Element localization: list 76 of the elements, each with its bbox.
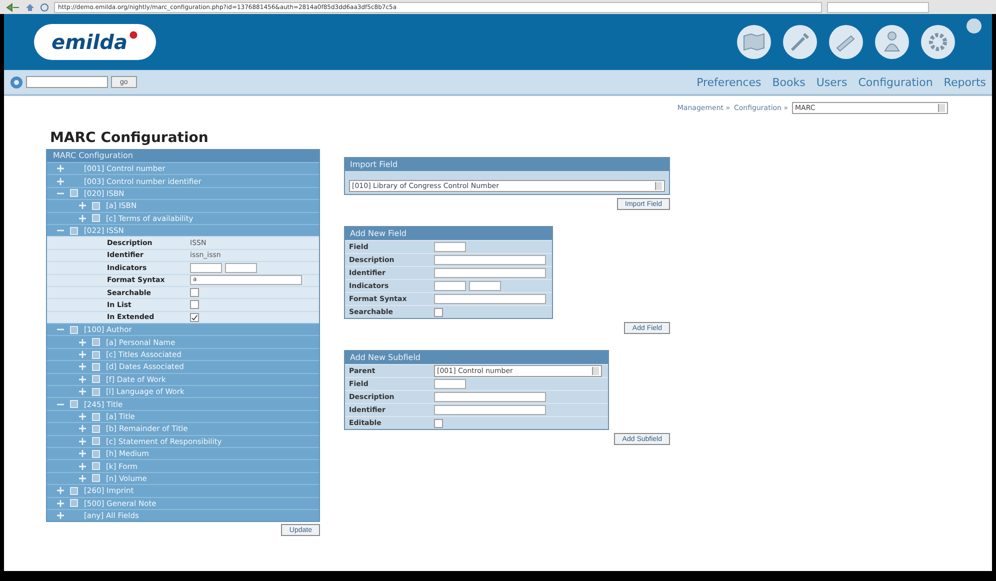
field-box-icon[interactable] xyxy=(70,486,78,495)
nav-link[interactable]: Configuration xyxy=(858,76,933,88)
toggle-icon[interactable] xyxy=(57,500,64,507)
browser-search-field[interactable] xyxy=(827,2,929,12)
form-header: Add New Field xyxy=(345,227,552,240)
toggle-icon[interactable] xyxy=(79,438,86,445)
field-box-icon[interactable] xyxy=(92,214,100,222)
toggle-icon[interactable] xyxy=(79,214,86,222)
field-box-icon[interactable] xyxy=(70,400,78,408)
gear-icon[interactable] xyxy=(920,24,956,60)
tools-icon[interactable] xyxy=(782,24,818,60)
toggle-icon[interactable] xyxy=(79,462,86,470)
input-field[interactable] xyxy=(434,242,466,252)
form-header: Import Field xyxy=(345,158,669,171)
field-box-icon[interactable] xyxy=(70,326,78,334)
checkbox[interactable] xyxy=(190,312,199,322)
toggle-icon[interactable] xyxy=(79,363,86,370)
nav-link[interactable]: Users xyxy=(816,76,848,88)
toggle-icon[interactable] xyxy=(57,512,64,520)
field-box-icon[interactable] xyxy=(70,189,78,198)
map-icon[interactable] xyxy=(736,24,772,60)
toggle-icon[interactable] xyxy=(57,165,64,172)
toggle-icon[interactable] xyxy=(57,487,64,494)
form-header: Add New Subfield xyxy=(345,351,608,364)
user-icon[interactable] xyxy=(874,24,910,60)
help-icon[interactable] xyxy=(10,76,23,88)
field-box-icon[interactable] xyxy=(70,226,78,235)
pencil-icon[interactable] xyxy=(828,24,864,60)
toggle-icon[interactable] xyxy=(79,376,86,383)
dot-icon[interactable] xyxy=(966,18,982,34)
checkbox[interactable] xyxy=(190,288,199,298)
toggle-icon[interactable] xyxy=(79,388,86,396)
home-icon[interactable] xyxy=(25,2,35,12)
checkbox[interactable] xyxy=(434,308,443,316)
field-box-icon[interactable] xyxy=(92,450,100,458)
field-box-icon[interactable] xyxy=(92,362,100,371)
toggle-icon[interactable] xyxy=(79,413,86,420)
back-icon[interactable] xyxy=(6,2,20,12)
input-field[interactable] xyxy=(469,281,501,291)
toggle-icon[interactable] xyxy=(79,425,86,432)
field-box-icon[interactable] xyxy=(92,424,100,433)
field-box-icon[interactable] xyxy=(92,474,100,482)
toggle-icon[interactable] xyxy=(79,202,86,210)
input-field[interactable] xyxy=(434,379,466,389)
input-field[interactable] xyxy=(225,262,257,273)
reload-icon[interactable] xyxy=(40,2,49,12)
field-box-icon[interactable] xyxy=(92,412,100,420)
field-box-icon[interactable] xyxy=(92,375,100,384)
checkbox[interactable] xyxy=(190,300,199,310)
tree-header: MARC Configuration xyxy=(47,150,319,162)
nav-link[interactable]: Reports xyxy=(944,76,986,88)
input-field[interactable] xyxy=(434,268,546,278)
input-field[interactable] xyxy=(190,262,222,273)
field-box-icon[interactable] xyxy=(70,499,78,508)
input-field[interactable] xyxy=(434,294,546,304)
nav-link[interactable]: Preferences xyxy=(696,76,762,88)
input-field[interactable] xyxy=(434,281,466,291)
nav-link[interactable]: Books xyxy=(772,76,806,88)
field-box-icon[interactable] xyxy=(92,462,100,470)
field-box-icon[interactable] xyxy=(92,350,100,359)
field-box-icon[interactable] xyxy=(92,338,100,346)
checkbox[interactable] xyxy=(434,418,443,428)
input-field[interactable] xyxy=(434,405,546,415)
input-field[interactable] xyxy=(434,392,546,402)
toggle-icon[interactable] xyxy=(79,351,86,358)
toggle-icon[interactable] xyxy=(79,450,86,458)
input-field[interactable] xyxy=(434,255,546,265)
field-box-icon[interactable] xyxy=(92,388,100,396)
field-box-icon[interactable] xyxy=(92,437,100,446)
page-title: MARC Configuration xyxy=(50,130,210,146)
search-field[interactable] xyxy=(26,76,108,88)
toggle-icon[interactable] xyxy=(57,178,64,185)
field-box-icon[interactable] xyxy=(92,202,100,210)
toggle-icon[interactable] xyxy=(79,474,86,482)
logo[interactable]: emilda xyxy=(34,24,156,60)
toggle-icon[interactable] xyxy=(79,338,86,346)
